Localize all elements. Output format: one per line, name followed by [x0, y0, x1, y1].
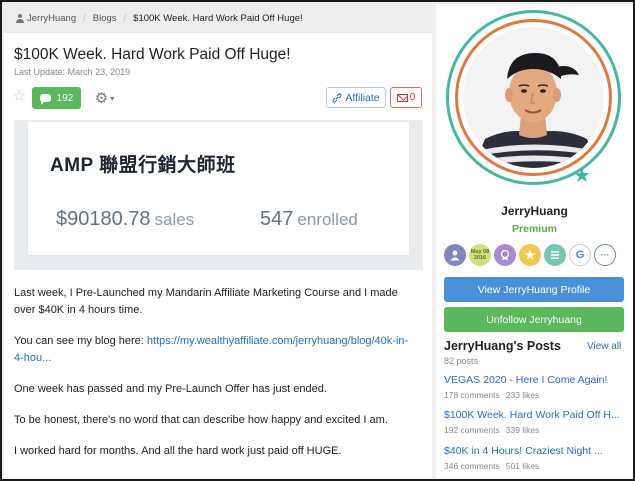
star-status-icon: ★: [573, 165, 591, 187]
mail-icon: [396, 93, 408, 102]
last-update-label: Last Update:: [14, 67, 66, 77]
sales-unit: sales: [154, 210, 195, 229]
posts-heading: JerryHuang's Posts: [444, 339, 561, 353]
avatar-inner-ring: [455, 19, 612, 176]
paragraph: One week has passed and my Pre-Launch Of…: [14, 383, 327, 395]
link-icon: [332, 93, 342, 102]
membership-tier: Premium: [512, 223, 557, 235]
person-icon: [450, 250, 460, 261]
posts-count: 82 posts: [444, 356, 479, 366]
chevron-down-icon: ▾: [110, 93, 115, 103]
more-badges-icon[interactable]: ···: [594, 244, 616, 266]
star-icon[interactable]: ☆: [12, 88, 26, 106]
breadcrumb-blogs[interactable]: Blogs: [93, 13, 117, 24]
breadcrumb: JerryHuang / Blogs / $100K Week. Hard Wo…: [4, 4, 432, 33]
post-meta: 192 comments 339 likes: [444, 425, 629, 435]
comments-button[interactable]: 192: [32, 87, 81, 109]
avatar-ring: [446, 10, 621, 185]
paragraph: To be honest, there's no word that can d…: [14, 414, 388, 426]
anniversary-badge-icon[interactable]: May 08 2016: [469, 244, 491, 266]
post-meta: 346 comments 501 likes: [444, 461, 629, 471]
sales-stat: $90180.78 sales: [56, 208, 194, 231]
article-actions: ☆ 192 ⚙ ▾ Affiliate 0: [12, 86, 422, 110]
paragraph-text: You can see my blog here:: [14, 335, 147, 347]
profile-name[interactable]: JerryHuang: [436, 204, 633, 218]
last-update-date: March 23, 2019: [67, 67, 131, 77]
profile-sidebar: ★ JerryHuang Premium May 08 2016 ★ G ···…: [436, 4, 633, 479]
post-likes: 233 likes: [505, 390, 540, 400]
medal-icon: [500, 249, 510, 261]
post-comments: 192 comments: [444, 425, 500, 435]
breadcrumb-current: $100K Week. Hard Work Paid Off Huge!: [133, 13, 303, 24]
course-card: AMP 聯盟行銷大師班 $90180.78 sales 547 enrolled: [28, 122, 409, 255]
post-title-link[interactable]: $100K Week. Hard Work Paid Off H...: [444, 409, 629, 421]
badge-row: May 08 2016 ★ G ···: [444, 244, 628, 268]
blog-column: JerryHuang / Blogs / $100K Week. Hard Wo…: [4, 4, 432, 479]
post-comments: 178 comments: [444, 390, 500, 400]
post-meta: 178 comments 233 likes: [444, 390, 629, 400]
post-likes: 339 likes: [505, 425, 540, 435]
user-icon: [16, 14, 24, 23]
paragraph: Last week, I Pre-Launched my Mandarin Af…: [14, 287, 398, 316]
message-button[interactable]: 0: [390, 87, 422, 108]
course-title: AMP 聯盟行銷大師班: [50, 155, 236, 176]
affiliate-label: Affiliate: [345, 91, 380, 104]
post-item: $40K in 4 Hours! Craziest Night ... 346 …: [444, 445, 629, 471]
post-title-link[interactable]: $40K in 4 Hours! Craziest Night ...: [444, 445, 629, 457]
list-badge-icon[interactable]: [544, 244, 566, 266]
enrolled-stat: 547 enrolled: [260, 208, 358, 231]
post-title-link[interactable]: VEGAS 2020 - Here I Come Again!: [444, 374, 629, 386]
article-body: Last week, I Pre-Launched my Mandarin Af…: [14, 285, 414, 474]
enrolled-value: 547: [260, 208, 294, 230]
post-item: $100K Week. Hard Work Paid Off H... 192 …: [444, 409, 629, 435]
enrolled-unit: enrolled: [297, 210, 358, 229]
unfollow-button[interactable]: Unfollow Jerryhuang: [444, 307, 624, 332]
view-profile-button[interactable]: View JerryHuang Profile: [444, 277, 624, 302]
breadcrumb-separator: /: [83, 13, 86, 24]
user-badge-icon[interactable]: [444, 244, 466, 266]
comment-bubble-icon: [39, 94, 51, 105]
last-update: Last Update: March 23, 2019: [14, 67, 130, 77]
comments-count: 192: [56, 92, 74, 104]
post-likes: 501 likes: [505, 461, 540, 471]
page-frame: JerryHuang / Blogs / $100K Week. Hard Wo…: [0, 0, 635, 481]
sales-value: $90180.78: [56, 208, 151, 230]
avatar-photo: [463, 27, 604, 168]
post-item: VEGAS 2020 - Here I Come Again! 178 comm…: [444, 374, 629, 400]
view-all-posts-link[interactable]: View all: [587, 341, 621, 352]
course-banner: AMP 聯盟行銷大師班 $90180.78 sales 547 enrolled: [14, 120, 423, 270]
affiliate-link-button[interactable]: Affiliate: [326, 87, 386, 108]
message-count: 0: [409, 92, 416, 103]
google-badge-icon[interactable]: G: [569, 244, 591, 266]
gear-icon: ⚙: [94, 90, 109, 107]
post-comments: 346 comments: [444, 461, 500, 471]
list-icon: [551, 251, 559, 259]
paragraph: I worked hard for months. And all the ha…: [14, 445, 342, 457]
star-badge-icon[interactable]: ★: [519, 244, 541, 266]
settings-dropdown-button[interactable]: ⚙ ▾: [88, 87, 121, 109]
breadcrumb-user[interactable]: JerryHuang: [27, 13, 76, 24]
paragraph: You can see my blog here: https://my.wea…: [14, 333, 414, 367]
page-title: $100K Week. Hard Work Paid Off Huge!: [14, 46, 291, 63]
award-badge-icon[interactable]: [494, 244, 516, 266]
breadcrumb-separator: /: [123, 13, 127, 24]
avatar[interactable]: [463, 27, 604, 168]
